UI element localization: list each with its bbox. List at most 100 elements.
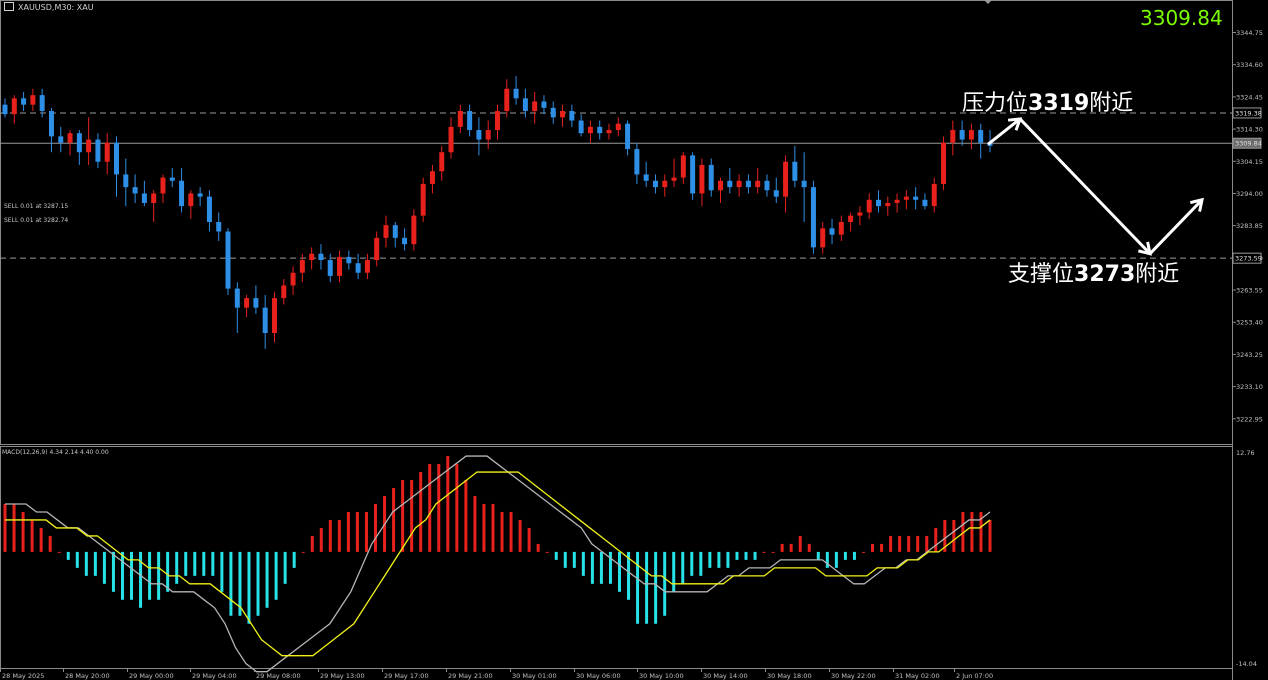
candle-body (727, 180, 733, 188)
macd-histogram-bar (473, 495, 477, 552)
time-tick-label: 29 May 08:00 (256, 672, 301, 680)
candle-body (783, 161, 789, 197)
macd-histogram-bar (21, 511, 25, 552)
candle-body (104, 142, 110, 162)
macd-histogram-bar (256, 551, 260, 616)
resistance-suffix: 附近 (1089, 91, 1134, 116)
candle-body (764, 180, 770, 191)
projection-segment (987, 117, 1021, 146)
macd-histogram-bar (780, 543, 784, 552)
candle-body (216, 222, 222, 232)
time-tick-label: 28 May 2025 (2, 672, 44, 680)
macd-histogram-bar (871, 543, 875, 552)
candle-body (253, 298, 259, 308)
candle-body (420, 183, 426, 216)
macd-histogram-bar (84, 551, 88, 576)
price-box-label: 3319.38 (1235, 109, 1262, 117)
candle-body (634, 149, 640, 175)
candle-body (662, 180, 668, 188)
candle-body (262, 307, 268, 333)
candle-body (597, 126, 603, 134)
macd-histogram-bar (798, 535, 802, 552)
macd-histogram-bar (111, 551, 115, 592)
shift-marker-icon (984, 0, 992, 4)
candle-body (950, 130, 956, 143)
candle-body (402, 237, 408, 245)
candle-body (495, 111, 500, 131)
macd-histogram-bar (419, 472, 423, 552)
time-tick-label: 2 Jun 07:00 (956, 672, 993, 680)
symbol-text: XAUUSD,M30: XAU (18, 3, 94, 12)
projection-segment (1018, 117, 1152, 255)
candle-body (801, 180, 807, 188)
price-tick-label: 3324.45 (1236, 93, 1263, 101)
macd-histogram-bar (599, 551, 603, 584)
macd-histogram-bar (428, 464, 432, 552)
price-tick-label: 3243.25 (1236, 351, 1263, 359)
macd-histogram-bar (220, 551, 224, 592)
candle-body (439, 152, 445, 172)
candle-body (244, 298, 250, 308)
candle-body (829, 228, 835, 235)
candle-body (67, 133, 73, 143)
macd-histogram-bar (861, 551, 865, 553)
macd-histogram-bar (39, 527, 43, 552)
candle-body (671, 177, 677, 181)
candle-body (234, 288, 240, 308)
candle-body (30, 95, 36, 105)
macd-histogram-bar (374, 503, 378, 552)
macd-histogram-bar (726, 551, 730, 568)
price-tick-label: 3304.15 (1236, 158, 1263, 166)
macd-histogram-bar (120, 551, 124, 600)
candle-body (476, 130, 482, 140)
time-tick-label: 30 May 22:00 (831, 672, 876, 680)
macd-histogram-bar (310, 535, 314, 552)
macd-histogram-bar (175, 551, 179, 584)
macd-histogram-bar (75, 551, 79, 568)
price-box-label: 3273.59 (1235, 255, 1262, 263)
candle-body (95, 139, 101, 162)
macd-histogram-bar (636, 551, 640, 624)
candle-body (522, 98, 528, 111)
macd-histogram-bar (889, 535, 893, 552)
candle-body (160, 177, 166, 194)
macd-histogram-bar (48, 535, 52, 552)
support-value: 3273 (1074, 262, 1136, 287)
price-tick-label: 3294.00 (1236, 190, 1263, 198)
macd-histogram-bar (193, 551, 197, 576)
macd-histogram-bar (364, 511, 368, 552)
candle-body (197, 193, 203, 197)
symbol-label: XAUUSD,M30: XAU (4, 2, 94, 12)
candle-body (290, 272, 296, 286)
macd-histogram-bar (355, 511, 359, 552)
candle-body (337, 256, 343, 276)
candle-body (652, 180, 658, 188)
candle-body (151, 193, 157, 203)
macd-histogram-bar (898, 535, 902, 552)
price-tick-label: 3334.60 (1236, 61, 1263, 69)
time-tick-label: 30 May 06:00 (576, 672, 621, 680)
time-tick-label: 31 May 02:00 (895, 672, 940, 680)
candle-body (885, 202, 891, 207)
time-tick-label: 30 May 01:00 (512, 672, 557, 680)
macd-histogram-bar (699, 551, 703, 576)
macd-histogram-bar (572, 551, 576, 568)
order-label-1: SELL 0.01 at 3287.15 (4, 203, 69, 210)
candle-body (299, 260, 305, 273)
candle-body (457, 111, 463, 127)
candle-body (792, 161, 798, 181)
candle-body (532, 101, 538, 111)
macd-histogram-bar (536, 543, 540, 552)
macd-histogram-bar (907, 535, 911, 552)
macd-histogram-bar (816, 551, 820, 560)
macd-histogram-bar (265, 551, 269, 608)
candle-body (578, 120, 584, 134)
macd-tick-label: -14.04 (1236, 660, 1257, 668)
macd-histogram-bar (66, 551, 70, 560)
macd-histogram-bar (274, 551, 278, 600)
macd-histogram-bar (482, 503, 486, 552)
macd-histogram-bar (3, 503, 7, 552)
macd-histogram-bar (500, 511, 504, 552)
support-prefix: 支撑位 (1008, 262, 1075, 287)
macd-histogram-bar (681, 551, 685, 584)
